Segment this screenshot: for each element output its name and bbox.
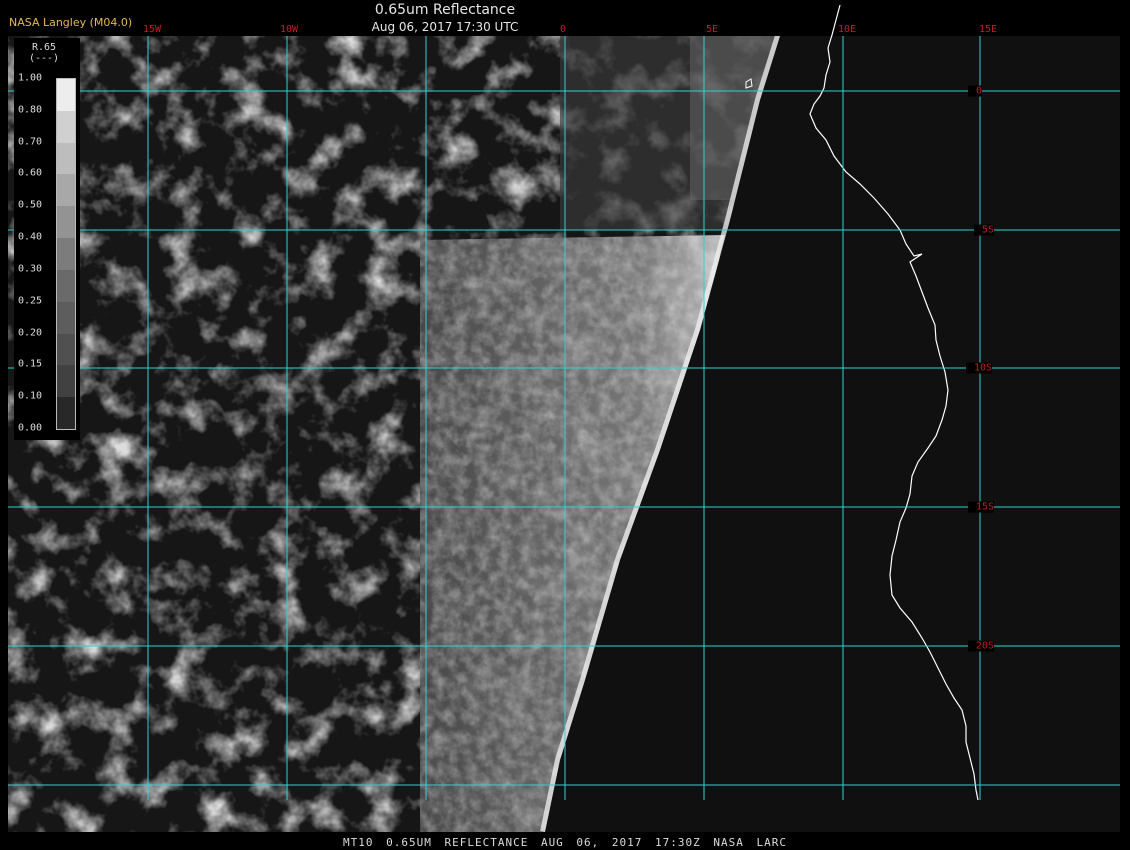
colorbar-label: 0.60	[18, 167, 43, 179]
colorbar-segment	[57, 79, 75, 112]
colorbar-title: R.65 (---)	[14, 42, 74, 64]
colorbar-label: 0.00	[18, 422, 43, 434]
colorbar-segment	[57, 269, 75, 303]
colorbar-label: 0.70	[18, 136, 43, 148]
colorbar-segment	[57, 174, 75, 207]
footer-caption: MT10 0.65UM REFLECTANCE AUG 06, 2017 17:…	[343, 836, 787, 849]
colorbar-label: 0.15	[18, 358, 43, 370]
lat-label-20s: 20S	[968, 640, 995, 652]
satellite-reflectance-map	[0, 0, 1130, 850]
colorbar-segment	[57, 301, 75, 335]
lon-label-0: 0	[559, 24, 567, 35]
colorbar-legend: R.65 (---) 1.00 0.80 0.70 0.60 0.50 0.40 0.30 0…	[14, 38, 80, 440]
colorbar-label: 0.10	[18, 390, 43, 402]
colorbar-title-line2: (---)	[28, 53, 60, 64]
colorbar-segment	[57, 397, 75, 430]
colorbar-label: 1.00	[18, 72, 43, 84]
lat-label-15s: 15S	[968, 501, 995, 513]
colorbar-segment	[57, 206, 75, 239]
colorbar-segment	[57, 110, 75, 144]
lon-label-10e: 10E	[837, 24, 857, 35]
colorbar-label: 0.30	[18, 263, 43, 275]
colorbar-label: 0.40	[18, 231, 43, 243]
lon-label-10w: 10W	[279, 24, 299, 35]
colorbar-segment	[57, 142, 75, 175]
lat-label-10s: 10S	[966, 362, 993, 374]
colorbar-segment	[57, 238, 75, 271]
colorbar-segment	[57, 365, 75, 398]
map-timestamp: Aug 06, 2017 17:30 UTC	[371, 20, 519, 34]
lon-label-5e: 5E	[705, 24, 719, 35]
lon-label-15w: 15W	[142, 24, 162, 35]
colorbar-label: 0.25	[18, 295, 43, 307]
colorbar-scale	[56, 78, 76, 430]
map-title: 0.65um Reflectance	[374, 2, 516, 18]
colorbar-label: 0.80	[18, 104, 43, 116]
colorbar-label: 0.50	[18, 199, 43, 211]
colorbar-label: 0.20	[18, 327, 43, 339]
lat-label-0: 0	[968, 85, 983, 97]
colorbar-title-line1: R.65	[31, 42, 57, 53]
colorbar-segment	[57, 333, 75, 366]
lat-label-5s: 5S	[974, 224, 995, 236]
lon-label-15e: 15E	[978, 24, 998, 35]
